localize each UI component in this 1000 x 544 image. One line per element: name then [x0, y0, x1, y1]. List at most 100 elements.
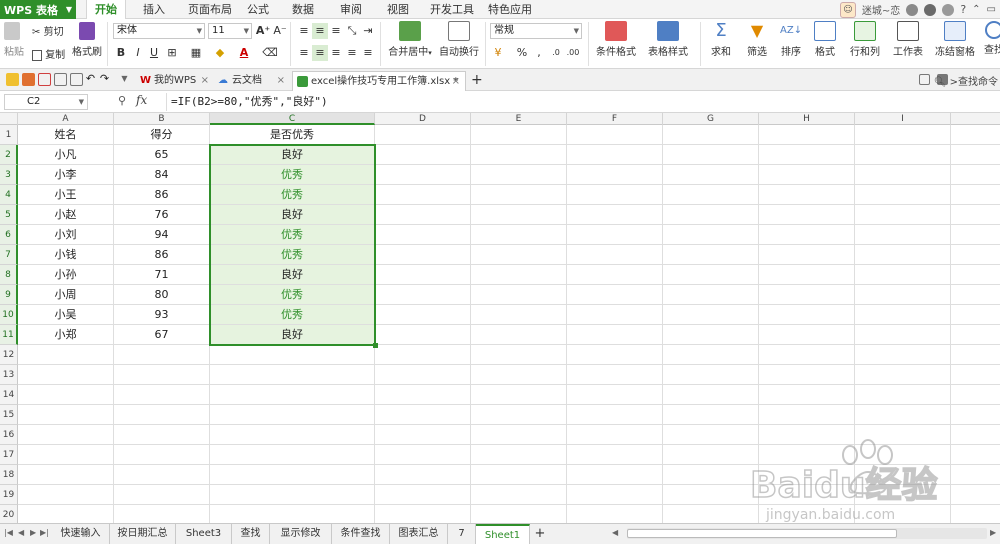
grid-cell[interactable] [951, 225, 1000, 245]
grid-cell[interactable]: 优秀 [210, 285, 375, 305]
grid-cell[interactable] [951, 145, 1000, 165]
format-button[interactable]: 格式 [810, 21, 840, 58]
grid-cell[interactable] [375, 325, 471, 345]
grid-cell[interactable] [210, 385, 375, 405]
folder-icon[interactable] [6, 73, 19, 86]
grid-cell[interactable] [951, 365, 1000, 385]
align-middle-icon[interactable]: ≡ [312, 23, 328, 39]
grid-cell[interactable] [951, 465, 1000, 485]
grid-cell[interactable]: 84 [114, 165, 210, 185]
grid-cell[interactable] [18, 405, 114, 425]
bold-icon[interactable]: B [113, 45, 129, 61]
grid-cell[interactable] [759, 305, 855, 325]
column-header[interactable]: C [210, 113, 375, 125]
row-header[interactable]: 11 [0, 325, 18, 345]
command-search[interactable]: 🔍︎ >查找命令 [934, 73, 998, 88]
grid-cell[interactable] [663, 485, 759, 505]
sum-button[interactable]: Σ 求和 [706, 21, 736, 59]
grid-cell[interactable]: 小李 [18, 165, 114, 185]
grid-cell[interactable]: 71 [114, 265, 210, 285]
column-header[interactable]: H [759, 113, 855, 125]
grid-cell[interactable] [567, 285, 663, 305]
row-header[interactable]: 3 [0, 165, 18, 185]
grid-cell[interactable] [567, 245, 663, 265]
tab-data[interactable]: 数据 [285, 0, 321, 19]
undo-icon[interactable]: ↶ [84, 73, 97, 86]
tab-page-layout[interactable]: 页面布局 [182, 0, 238, 19]
row-header[interactable]: 1 [0, 125, 18, 145]
grid-cell[interactable] [18, 425, 114, 445]
grid-cell[interactable] [567, 425, 663, 445]
grid-cell[interactable] [18, 505, 114, 523]
freeze-panes-button[interactable]: 冻结窗格 [930, 21, 980, 58]
decrease-font-icon[interactable]: A⁻ [272, 23, 288, 39]
grid-cell[interactable] [663, 165, 759, 185]
thousands-icon[interactable]: , [531, 45, 547, 61]
grid-cell[interactable] [951, 285, 1000, 305]
print-icon[interactable] [54, 73, 67, 86]
align-left-icon[interactable]: ≡ [296, 45, 312, 61]
close-icon[interactable]: × [201, 71, 209, 90]
grid-cell[interactable] [471, 165, 567, 185]
grid-cell[interactable] [663, 445, 759, 465]
grid-cell[interactable] [951, 445, 1000, 465]
row-header[interactable]: 6 [0, 225, 18, 245]
grid-cell[interactable] [855, 225, 951, 245]
grid-cell[interactable] [567, 505, 663, 523]
column-header[interactable]: D [375, 113, 471, 125]
wrap-text-button[interactable]: 自动换行 [438, 21, 480, 58]
row-header[interactable]: 15 [0, 405, 18, 425]
grid-cell[interactable] [567, 305, 663, 325]
chevron-down-icon[interactable]: ▼ [118, 73, 131, 86]
cut-button[interactable]: ✂ 剪切 [32, 23, 64, 39]
grid-cell[interactable]: 67 [114, 325, 210, 345]
sheet-tab[interactable]: 条件查找 [332, 524, 390, 544]
grid-cell[interactable] [855, 245, 951, 265]
grid-cell[interactable] [375, 265, 471, 285]
last-sheet-icon[interactable]: ▶| [40, 528, 49, 537]
grid-cell[interactable] [951, 325, 1000, 345]
grid-cell[interactable]: 86 [114, 185, 210, 205]
grid-cell[interactable] [663, 385, 759, 405]
grid-cell[interactable] [375, 145, 471, 165]
grid-cell[interactable] [18, 485, 114, 505]
row-header[interactable]: 12 [0, 345, 18, 365]
fill-color-icon[interactable]: ◆ [212, 45, 228, 61]
grid-cell[interactable]: 小刘 [18, 225, 114, 245]
grid-cell[interactable]: 小郑 [18, 325, 114, 345]
grid-cell[interactable]: 姓名 [18, 125, 114, 145]
orientation-icon[interactable]: ⤡ [344, 23, 360, 39]
row-header[interactable]: 20 [0, 505, 18, 523]
grid-cell[interactable] [471, 465, 567, 485]
row-col-button[interactable]: 行和列 [845, 21, 885, 58]
grid-cell[interactable] [471, 425, 567, 445]
grid-cell[interactable] [855, 125, 951, 145]
grid-cell[interactable] [951, 185, 1000, 205]
sheet-tab[interactable]: 7 [448, 524, 476, 544]
grid-cell[interactable] [663, 505, 759, 523]
paste-button[interactable]: 粘贴 [4, 22, 24, 58]
name-box[interactable]: C2 ▼ [4, 94, 88, 110]
grid-cell[interactable]: 优秀 [210, 185, 375, 205]
grid-cell[interactable] [114, 485, 210, 505]
row-header[interactable]: 16 [0, 425, 18, 445]
grid-cell[interactable] [567, 445, 663, 465]
grid-cell[interactable] [663, 425, 759, 445]
grid-cell[interactable] [567, 485, 663, 505]
tab-developer[interactable]: 开发工具 [424, 0, 480, 19]
grid-cell[interactable] [18, 345, 114, 365]
scrollbar-thumb[interactable] [627, 529, 897, 538]
grid-cell[interactable]: 76 [114, 205, 210, 225]
grid-cell[interactable]: 94 [114, 225, 210, 245]
avatar[interactable]: ☺ [839, 1, 856, 18]
grid-cell[interactable] [114, 405, 210, 425]
zoom-search-icon[interactable]: ⚲ [118, 94, 126, 107]
grid-cell[interactable] [951, 205, 1000, 225]
grid-cell[interactable] [471, 265, 567, 285]
doc-tab-my-wps[interactable]: W 我的WPS × [136, 71, 214, 91]
grid-cell[interactable] [567, 405, 663, 425]
grid-cell[interactable] [375, 185, 471, 205]
close-icon[interactable]: × [277, 71, 285, 90]
grid-cell[interactable] [855, 365, 951, 385]
grid-cell[interactable] [471, 505, 567, 523]
